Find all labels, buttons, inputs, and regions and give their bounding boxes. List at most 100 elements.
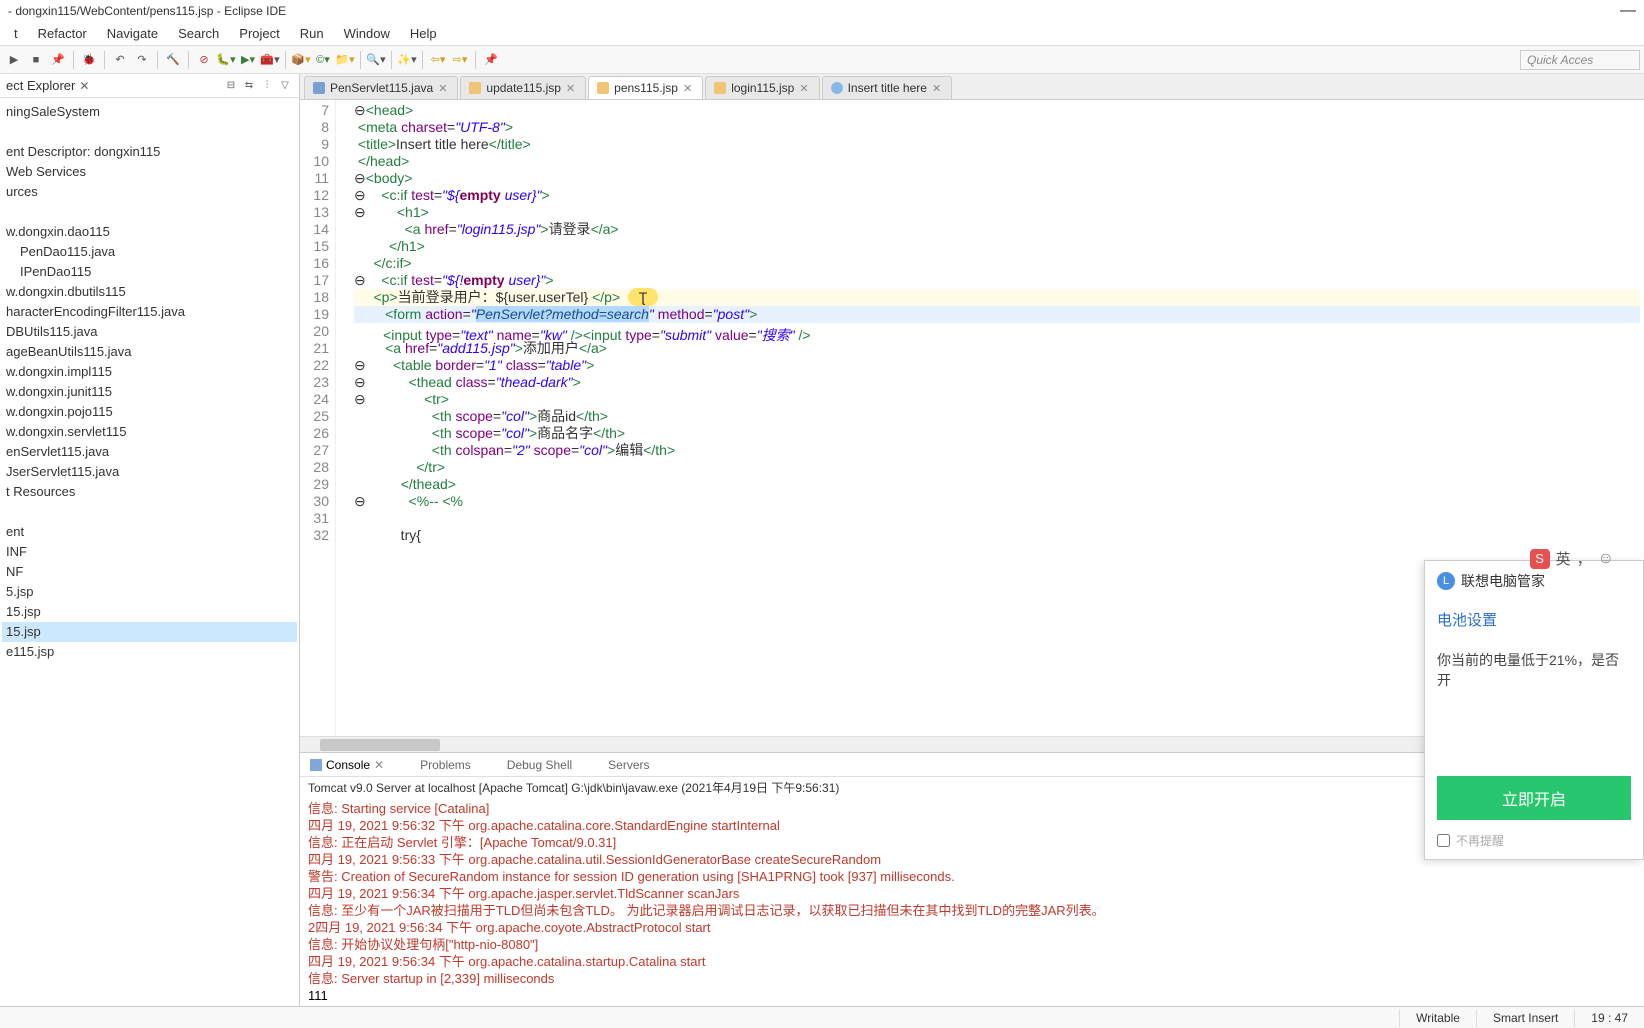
code-line[interactable]: </head> (354, 153, 1640, 170)
tree-node[interactable]: IPenDao115 (2, 262, 297, 282)
close-icon[interactable]: ✕ (932, 82, 941, 95)
tree-node[interactable]: ningSaleSystem (2, 102, 297, 122)
tree-node[interactable]: e115.jsp (2, 642, 297, 662)
code-line[interactable]: </h1> (354, 238, 1640, 255)
tree-node[interactable]: w.dongxin.junit115 (2, 382, 297, 402)
editor-tab[interactable]: update115.jsp✕ (460, 76, 586, 99)
menu-refactor[interactable]: Refactor (28, 23, 97, 44)
tree-node[interactable]: PenDao115.java (2, 242, 297, 262)
menu-help[interactable]: Help (400, 23, 447, 44)
ime-emoji-icon[interactable]: ☺ (1598, 550, 1614, 568)
code-line[interactable]: </thead> (354, 476, 1640, 493)
menu-icon[interactable]: ▽ (277, 78, 293, 94)
code-line[interactable]: try{ (354, 527, 1640, 544)
code-line[interactable]: <meta charset="UTF-8"> (354, 119, 1640, 136)
close-icon[interactable]: ✕ (566, 82, 575, 95)
filter-icon[interactable]: ⫶ (259, 78, 275, 94)
hammer-icon[interactable]: 🔨 (163, 50, 183, 70)
close-icon[interactable]: ✕ (79, 79, 89, 93)
tree-node[interactable]: t Resources (2, 482, 297, 502)
code-line[interactable]: ⊖ <table border="1" class="table"> (354, 357, 1640, 374)
code-line[interactable] (354, 510, 1640, 527)
tree-node[interactable]: w.dongxin.dbutils115 (2, 282, 297, 302)
tree-node[interactable]: urces (2, 182, 297, 202)
code-line[interactable]: ⊖<body> (354, 170, 1640, 187)
menu-window[interactable]: Window (334, 23, 400, 44)
code-line[interactable]: ⊖ <c:if test="${empty user}"> (354, 187, 1640, 204)
close-icon[interactable]: ✕ (799, 82, 808, 95)
tree-node[interactable]: w.dongxin.impl115 (2, 362, 297, 382)
ext-tools-icon[interactable]: 🧰▾ (260, 50, 280, 70)
code-line[interactable]: <a href="login115.jsp">请登录</a> (354, 221, 1640, 238)
ime-punct[interactable]: ， (1577, 548, 1592, 569)
popup-checkbox[interactable] (1437, 834, 1450, 847)
code-line[interactable]: ⊖ <%-- <% (354, 493, 1640, 510)
pin-icon[interactable]: 📌 (48, 50, 68, 70)
console-tab-console[interactable]: Console ✕ (306, 756, 388, 774)
tree-node[interactable]: JserServlet115.java (2, 462, 297, 482)
menu-project[interactable]: Project (229, 23, 289, 44)
tree-node[interactable]: enServlet115.java (2, 442, 297, 462)
new-dropdown-icon[interactable]: 📦▾ (291, 50, 311, 70)
code-line[interactable]: ⊖ <c:if test="${!empty user}"> (354, 272, 1640, 289)
tree-node[interactable]: Web Services (2, 162, 297, 182)
minimize-icon[interactable]: — (1620, 2, 1636, 20)
console-tab-problems[interactable]: Problems (400, 756, 475, 774)
pin2-icon[interactable]: 📌 (481, 50, 501, 70)
code-line[interactable]: </c:if> (354, 255, 1640, 272)
editor-tab[interactable]: login115.jsp✕ (705, 76, 819, 99)
code-line[interactable]: </tr> (354, 459, 1640, 476)
no-icon[interactable]: ⊘ (194, 50, 214, 70)
menu-run[interactable]: Run (290, 23, 334, 44)
code-line[interactable]: <a href="add115.jsp">添加用户</a> (354, 340, 1640, 357)
new-class-icon[interactable]: ©▾ (313, 50, 333, 70)
tree-node[interactable]: ageBeanUtils115.java (2, 342, 297, 362)
nav-fwd-icon[interactable]: ⇨▾ (450, 50, 470, 70)
scrollbar-thumb[interactable] (320, 739, 440, 751)
tree-node[interactable]: 5.jsp (2, 582, 297, 602)
editor-tab[interactable]: pens115.jsp✕ (588, 76, 703, 99)
ime-logo-icon[interactable]: S (1530, 549, 1550, 569)
debug-icon[interactable]: 🐞 (79, 50, 99, 70)
code-line[interactable]: <title>Insert title here</title> (354, 136, 1640, 153)
code-line[interactable]: ⊖ <thead class="thead-dark"> (354, 374, 1640, 391)
code-line[interactable]: <input type="text" name="kw" /><input ty… (354, 323, 1640, 340)
ime-toolbar[interactable]: S 英 ， ☺ (1530, 548, 1614, 569)
code-line[interactable]: <th colspan="2" scope="col">编辑</th> (354, 442, 1640, 459)
tree-node[interactable]: 15.jsp (2, 602, 297, 622)
tree-node[interactable] (2, 502, 297, 522)
link-icon[interactable]: ⇆ (241, 78, 257, 94)
tree-node[interactable]: ent Descriptor: dongxin115 (2, 142, 297, 162)
tree-node[interactable]: NF (2, 562, 297, 582)
debug-run-icon[interactable]: 🐛▾ (216, 50, 236, 70)
tree-node[interactable]: ent (2, 522, 297, 542)
tree-node[interactable]: 15.jsp (2, 622, 297, 642)
code-line[interactable]: ⊖ <h1> (354, 204, 1640, 221)
code-line[interactable]: ⊖<head> (354, 102, 1640, 119)
popup-dont-remind[interactable]: 不再提醒 (1437, 832, 1631, 849)
code-line[interactable]: <th scope="col">商品id</th> (354, 408, 1640, 425)
tree-node[interactable]: DBUtils115.java (2, 322, 297, 342)
nav-back-icon[interactable]: ⇦▾ (428, 50, 448, 70)
console-tab-debug-shell[interactable]: Debug Shell (487, 756, 576, 774)
undo-icon[interactable]: ↶ (110, 50, 130, 70)
run-icon[interactable]: ▶ (4, 50, 24, 70)
code-line[interactable]: <p>当前登录用户：${user.userTel} </p> Ʈ (354, 289, 1640, 306)
tree-node[interactable]: w.dongxin.dao115 (2, 222, 297, 242)
collapse-icon[interactable]: ⊟ (223, 78, 239, 94)
redo-icon[interactable]: ↷ (132, 50, 152, 70)
quick-access-input[interactable]: Quick Acces (1520, 50, 1640, 70)
stop-icon[interactable]: ■ (26, 50, 46, 70)
tree-node[interactable]: w.dongxin.pojo115 (2, 402, 297, 422)
new-folder-icon[interactable]: 📁▾ (335, 50, 355, 70)
menu-t[interactable]: t (4, 23, 28, 44)
editor-tab[interactable]: Insert title here✕ (822, 76, 953, 99)
console-tab-servers[interactable]: Servers (588, 756, 653, 774)
code-line[interactable]: ⊖ <tr> (354, 391, 1640, 408)
popup-enable-button[interactable]: 立即开启 (1437, 776, 1631, 820)
close-icon[interactable]: ✕ (374, 758, 384, 772)
tree-node[interactable] (2, 202, 297, 222)
fold-column[interactable] (336, 100, 350, 736)
close-icon[interactable]: ✕ (683, 82, 692, 95)
ime-lang[interactable]: 英 (1556, 548, 1571, 569)
